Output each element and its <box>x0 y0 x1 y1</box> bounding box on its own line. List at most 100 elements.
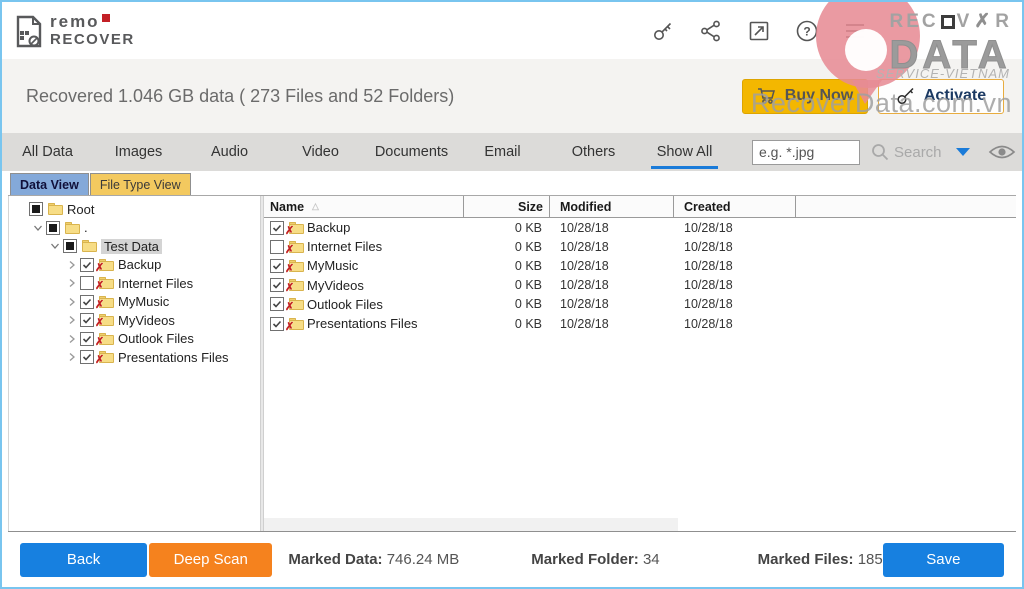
column-header-created[interactable]: Created <box>674 196 796 217</box>
checkbox-checked[interactable] <box>80 313 94 327</box>
column-header-empty <box>796 196 1016 217</box>
chevron-down-icon[interactable] <box>47 241 63 251</box>
chevron-right-icon[interactable] <box>64 334 80 344</box>
tree-item-label: MyVideos <box>118 313 175 328</box>
table-row[interactable]: ✗Backup0 KB10/28/1810/28/18 <box>264 218 1016 237</box>
table-body: ✗Backup0 KB10/28/1810/28/18✗Internet Fil… <box>264 218 1016 333</box>
checkbox-checked[interactable] <box>270 317 284 331</box>
filter-tab-others[interactable]: Others <box>548 133 639 171</box>
chevron-right-icon[interactable] <box>64 278 80 288</box>
tree-item-root[interactable]: Root <box>13 200 260 219</box>
cell-size: 0 KB <box>464 240 550 254</box>
search-icon <box>870 142 890 162</box>
deep-scan-button[interactable]: Deep Scan <box>149 543 272 577</box>
cell-created: 10/28/18 <box>674 259 796 273</box>
column-header-size[interactable]: Size <box>464 196 550 217</box>
remo-document-icon <box>14 15 44 49</box>
chevron-down-icon[interactable] <box>30 223 46 233</box>
key-icon[interactable] <box>650 18 676 44</box>
share-icon[interactable] <box>698 18 724 44</box>
filter-tab-video[interactable]: Video <box>275 133 366 171</box>
tree-item--[interactable]: . <box>13 219 260 238</box>
folder-tree-panel: Root.Test Data✗Backup✗Internet Files✗MyM… <box>8 196 260 531</box>
deleted-folder-icon: ✗ <box>99 314 114 326</box>
column-header-modified[interactable]: Modified <box>550 196 674 217</box>
chevron-right-icon[interactable] <box>64 260 80 270</box>
filter-tab-show-all[interactable]: Show All <box>639 133 730 171</box>
checkbox-partial[interactable] <box>46 221 60 235</box>
tree-item-test-data[interactable]: Test Data <box>13 237 260 256</box>
tree-item-backup[interactable]: ✗Backup <box>13 256 260 275</box>
filter-tab-audio[interactable]: Audio <box>184 133 275 171</box>
tree-item-label: Outlook Files <box>118 331 194 346</box>
checkbox-checked[interactable] <box>270 259 284 273</box>
open-in-new-icon[interactable] <box>746 18 772 44</box>
preview-eye-icon[interactable] <box>988 143 1016 161</box>
tree-item-label: . <box>84 220 88 235</box>
cell-name: ✗Presentations Files <box>264 316 464 331</box>
checkbox-unchecked[interactable] <box>270 240 284 254</box>
deleted-folder-icon: ✗ <box>289 222 304 234</box>
filter-tabs: All DataImagesAudioVideoDocumentsEmailOt… <box>2 133 730 171</box>
cell-modified: 10/28/18 <box>550 240 674 254</box>
cell-created: 10/28/18 <box>674 317 796 331</box>
tree-item-presentations-files[interactable]: ✗Presentations Files <box>13 348 260 367</box>
help-icon[interactable]: ? <box>794 18 820 44</box>
activate-button[interactable]: Activate <box>878 79 1004 114</box>
filter-tab-all-data[interactable]: All Data <box>2 133 93 171</box>
checkbox-checked[interactable] <box>80 332 94 346</box>
horizontal-scrollbar[interactable] <box>264 518 678 531</box>
table-row[interactable]: ✗MyVideos0 KB10/28/1810/28/18 <box>264 276 1016 295</box>
chevron-right-icon[interactable] <box>64 352 80 362</box>
cell-modified: 10/28/18 <box>550 297 674 311</box>
checkbox-partial[interactable] <box>29 202 43 216</box>
filter-tab-documents[interactable]: Documents <box>366 133 457 171</box>
cell-modified: 10/28/18 <box>550 259 674 273</box>
marked-folder-stat: Marked Folder: 34 <box>531 551 659 568</box>
checkbox-checked[interactable] <box>80 295 94 309</box>
checkbox-checked[interactable] <box>270 221 284 235</box>
search-dropdown-caret-icon[interactable] <box>956 148 970 156</box>
save-button[interactable]: Save <box>883 543 1004 577</box>
sort-ascending-icon: △ <box>312 201 319 212</box>
tree-item-label: MyMusic <box>118 294 169 309</box>
column-header-name[interactable]: Name△ <box>264 196 464 217</box>
search-button[interactable]: Search <box>870 142 942 162</box>
cell-created: 10/28/18 <box>674 297 796 311</box>
deleted-folder-icon: ✗ <box>99 333 114 345</box>
tab-file-type-view[interactable]: File Type View <box>90 173 191 195</box>
chevron-right-icon[interactable] <box>64 297 80 307</box>
table-row[interactable]: ✗Internet Files0 KB10/28/1810/28/18 <box>264 237 1016 256</box>
tab-data-view[interactable]: Data View <box>10 173 89 195</box>
filter-tab-email[interactable]: Email <box>457 133 548 171</box>
checkbox-checked[interactable] <box>270 297 284 311</box>
footer-bar: Back Deep Scan Marked Data: 746.24 MB Ma… <box>2 532 1022 587</box>
search-input[interactable] <box>752 140 860 165</box>
checkbox-partial[interactable] <box>63 239 77 253</box>
checkbox-checked[interactable] <box>270 278 284 292</box>
table-row[interactable]: ✗MyMusic0 KB10/28/1810/28/18 <box>264 256 1016 275</box>
table-row[interactable]: ✗Outlook Files0 KB10/28/1810/28/18 <box>264 295 1016 314</box>
tree-item-myvideos[interactable]: ✗ MyVideos <box>13 311 260 330</box>
tree-item-mymusic[interactable]: ✗ MyMusic <box>13 293 260 312</box>
checkbox-checked[interactable] <box>80 350 94 364</box>
back-button[interactable]: Back <box>20 543 147 577</box>
tree-item-label: Backup <box>118 257 161 272</box>
remo-recover-window: remo RECOVER <box>0 0 1024 589</box>
cell-modified: 10/28/18 <box>550 317 674 331</box>
chevron-right-icon[interactable] <box>64 315 80 325</box>
table-row[interactable]: ✗Presentations Files0 KB10/28/1810/28/18 <box>264 314 1016 333</box>
checkbox-checked[interactable] <box>80 258 94 272</box>
cell-created: 10/28/18 <box>674 240 796 254</box>
tree-item-internet-files[interactable]: ✗Internet Files <box>13 274 260 293</box>
deleted-folder-icon: ✗ <box>289 279 304 291</box>
marked-files-stat: Marked Files: 185 <box>758 551 883 568</box>
table-header: Name△ Size Modified Created <box>264 196 1016 218</box>
deleted-folder-icon: ✗ <box>99 296 114 308</box>
filter-tab-images[interactable]: Images <box>93 133 184 171</box>
tree-item-outlook-files[interactable]: ✗ Outlook Files <box>13 330 260 349</box>
buy-now-button[interactable]: Buy Now <box>742 79 868 114</box>
menu-icon[interactable] <box>842 18 868 44</box>
deleted-folder-icon: ✗ <box>289 318 304 330</box>
checkbox-unchecked[interactable] <box>80 276 94 290</box>
